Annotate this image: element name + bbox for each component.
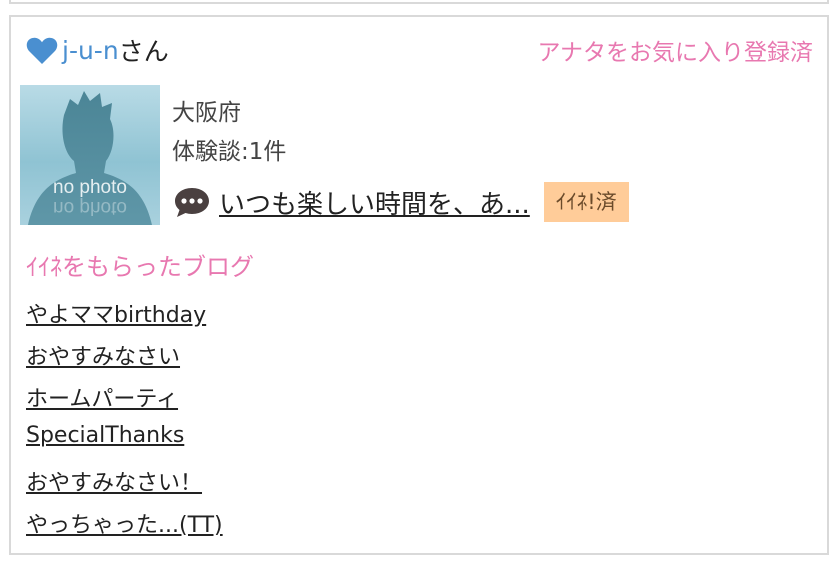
heart-icon bbox=[26, 37, 58, 64]
favorite-status: アナタをお気に入り登録済 bbox=[537, 40, 813, 66]
list-item: ホームパーティ bbox=[26, 381, 223, 423]
blog-link[interactable]: ホームパーティ bbox=[26, 387, 178, 412]
previous-card-edge bbox=[9, 0, 829, 4]
user-card: j-u-n さん アナタをお気に入り登録済 no photo no photo … bbox=[9, 15, 829, 555]
prefecture: 大阪府 bbox=[172, 100, 241, 126]
avatar[interactable]: no photo no photo bbox=[20, 85, 160, 225]
list-item: やっちゃった...(TT) bbox=[26, 507, 223, 549]
username-link[interactable]: j-u-n bbox=[62, 36, 119, 65]
iine-badge: ｲｲﾈ!済 bbox=[543, 182, 629, 222]
user-header: j-u-n さん bbox=[26, 33, 169, 67]
list-item: やよママbirthday bbox=[26, 297, 223, 339]
blog-link[interactable]: おやすみなさい bbox=[26, 345, 180, 370]
list-item: おやすみなさい！ bbox=[26, 465, 223, 507]
no-photo-reflection: no photo bbox=[53, 197, 127, 218]
liked-blogs-heading: ｲｲﾈをもらったブログ bbox=[26, 253, 254, 281]
blog-link[interactable]: やっちゃった...(TT) bbox=[26, 513, 223, 538]
review-row: いつも楽しい時間を、あ... ｲｲﾈ!済 bbox=[173, 181, 629, 223]
review-title-link[interactable]: いつも楽しい時間を、あ... bbox=[219, 184, 530, 221]
honorific-suffix: さん bbox=[118, 37, 169, 66]
list-item: SpecialThanks bbox=[26, 423, 223, 465]
list-item: おやすみなさい bbox=[26, 339, 223, 381]
blog-link[interactable]: SpecialThanks bbox=[26, 423, 184, 448]
blog-link[interactable]: やよママbirthday bbox=[26, 303, 206, 328]
speech-bubble-icon bbox=[175, 188, 209, 217]
experience-count: 体験談:1件 bbox=[172, 139, 287, 165]
liked-blogs-list: やよママbirthday おやすみなさい ホームパーティ SpecialThan… bbox=[26, 297, 223, 549]
blog-link[interactable]: おやすみなさい！ bbox=[26, 471, 202, 496]
